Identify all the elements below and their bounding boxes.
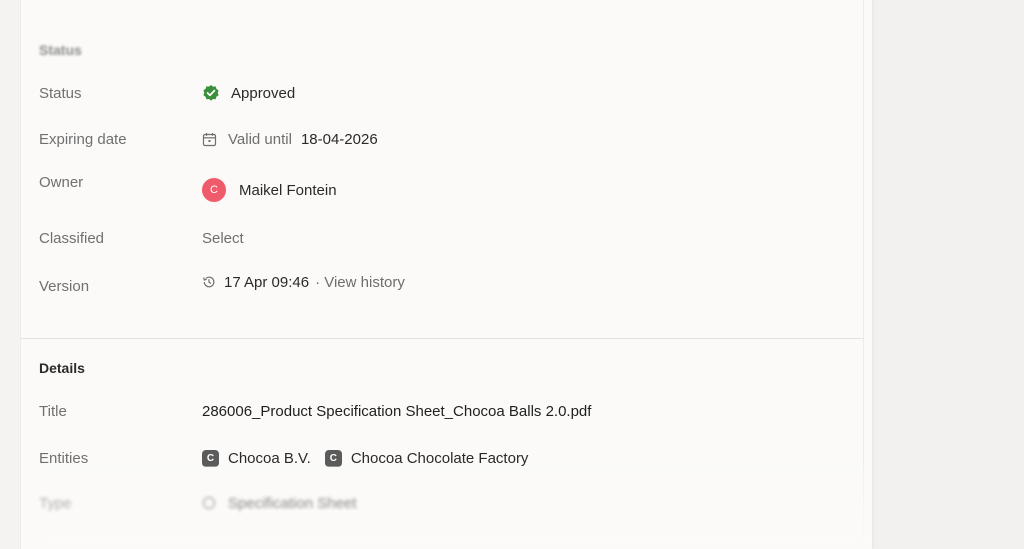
- version-value: 17 Apr 09:46 · View history: [202, 274, 405, 291]
- calendar-icon: [202, 132, 217, 147]
- owner-name: Maikel Fontein: [239, 181, 337, 199]
- approved-check-icon: [202, 84, 220, 102]
- type-value[interactable]: Specification Sheet: [202, 495, 356, 512]
- history-icon: [202, 275, 216, 289]
- owner-value[interactable]: C Maikel Fontein: [202, 178, 337, 202]
- section-divider: [21, 338, 863, 339]
- entity-name: Chocoa B.V.: [228, 449, 311, 467]
- avatar: C: [202, 178, 226, 202]
- valid-until-date: 18-04-2026: [300, 130, 378, 148]
- type-value-text: Specification Sheet: [228, 494, 357, 512]
- entity-badge: C: [324, 449, 342, 467]
- title-row: Title 286006_Product Specification Sheet…: [39, 399, 839, 423]
- classified-row: Classified Select: [39, 226, 839, 250]
- entities-label: Entities: [39, 449, 89, 467]
- version-timestamp: 17 Apr 09:46: [224, 273, 310, 291]
- status-section-heading: Status: [39, 42, 82, 58]
- entity-badge: C: [202, 449, 219, 467]
- entities-value: C Chocoa B.V. C Chocoa Chocolate Factory: [202, 449, 529, 467]
- type-row: Type Specification Sheet: [39, 491, 839, 515]
- classified-select[interactable]: Select: [202, 230, 244, 247]
- owner-label: Owner: [39, 174, 84, 191]
- classified-label: Classified: [39, 229, 105, 247]
- valid-until-text: Valid until: [228, 130, 292, 148]
- version-label: Version: [39, 277, 90, 295]
- type-label: Type: [39, 494, 72, 512]
- title-label: Title: [39, 402, 67, 420]
- expiring-date-label: Expiring date: [39, 130, 127, 148]
- title-value[interactable]: 286006_Product Specification Sheet_Choco…: [202, 403, 591, 420]
- expiring-date-row: Expiring date Valid until 18-04-2026: [39, 127, 839, 151]
- details-section-heading: Details: [39, 360, 85, 376]
- type-icon: [202, 496, 216, 510]
- expiring-date-value[interactable]: Valid until 18-04-2026: [202, 131, 378, 148]
- panel-left-edge: [0, 0, 21, 549]
- entity-tag[interactable]: C Chocoa Chocolate Factory: [324, 449, 529, 467]
- status-label: Status: [39, 84, 82, 102]
- status-value[interactable]: Approved: [202, 84, 295, 102]
- entity-tag[interactable]: C Chocoa B.V.: [202, 449, 311, 467]
- view-history-link[interactable]: · View history: [315, 274, 405, 291]
- version-row: Version 17 Apr 09:46 · View history: [39, 270, 839, 295]
- status-value-text: Approved: [231, 84, 296, 102]
- owner-row: Owner C Maikel Fontein: [39, 174, 839, 202]
- entity-name: Chocoa Chocolate Factory: [350, 449, 529, 467]
- status-row: Status Approved: [39, 81, 839, 105]
